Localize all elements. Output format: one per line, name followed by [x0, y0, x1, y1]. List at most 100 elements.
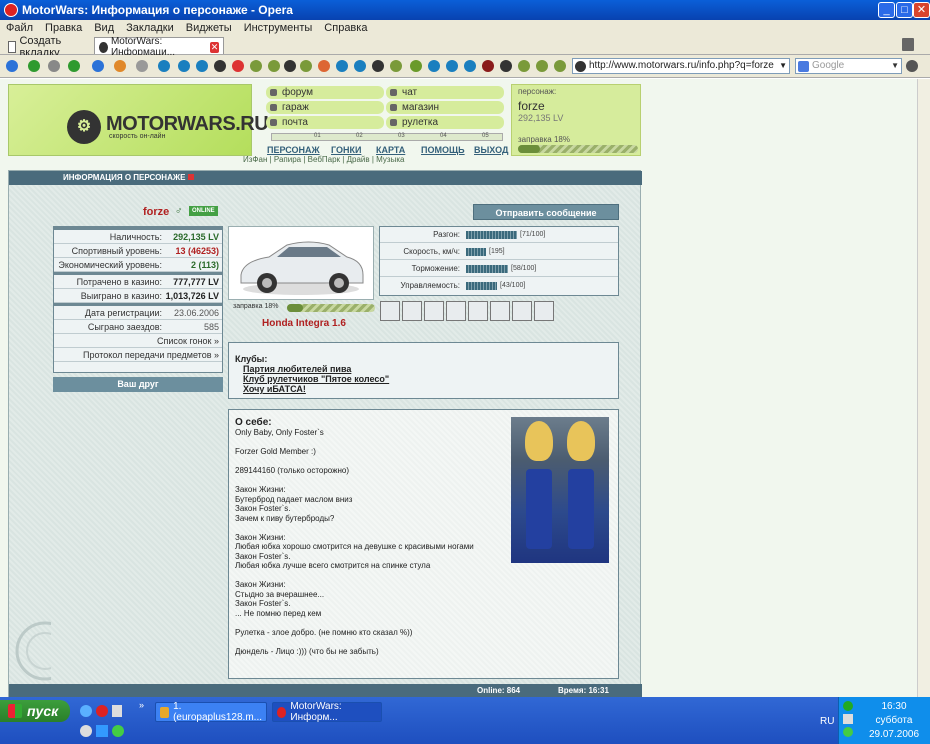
nav-mail[interactable]: почта — [266, 116, 384, 129]
fast-forward-icon[interactable] — [92, 60, 104, 72]
friend-button[interactable]: Ваш друг — [53, 377, 223, 392]
nav-roulette[interactable]: рулетка — [386, 116, 504, 129]
minimize-button[interactable]: _ — [878, 2, 895, 18]
page-content: ⚙ MOTORWARS.RU скорость он-лайн форум ча… — [0, 79, 917, 698]
menu-tools[interactable]: Инструменты — [238, 22, 319, 34]
nav-shop[interactable]: магазин — [386, 101, 504, 114]
reload-icon[interactable] — [114, 60, 126, 72]
bookmark-icon[interactable] — [300, 60, 312, 72]
tab-motorwars[interactable]: MotorWars: Информаци... ✕ — [94, 36, 224, 58]
bookmark-icon[interactable] — [268, 60, 280, 72]
new-tab-button[interactable]: Создать вкладку — [4, 35, 92, 59]
chat-icon — [390, 89, 397, 96]
desktop-icon[interactable] — [96, 725, 108, 737]
bookmark-icon[interactable] — [318, 60, 330, 72]
shock-absorber-icon[interactable] — [512, 301, 532, 321]
trash-icon[interactable] — [902, 38, 914, 51]
chevron-down-icon[interactable]: ▼ — [779, 59, 787, 73]
menu-help[interactable]: Справка — [318, 22, 373, 34]
maximize-button[interactable]: □ — [896, 2, 913, 18]
bookmark-icon[interactable] — [372, 60, 384, 72]
bookmark-icon[interactable] — [232, 60, 244, 72]
stats-table: Наличность: 292,135 LV Спортивный уровень… — [53, 226, 223, 373]
menu-file[interactable]: Файл — [0, 22, 39, 34]
bookmark-icon[interactable] — [446, 60, 458, 72]
tire-icon[interactable] — [380, 301, 400, 321]
network-icon[interactable] — [843, 701, 853, 711]
taskbar-item-winamp[interactable]: 1. (europaplus128.m... — [155, 701, 267, 723]
start-button[interactable]: пуск — [0, 700, 70, 722]
menu-view[interactable]: Вид — [88, 22, 120, 34]
bookmark-icon[interactable] — [250, 60, 262, 72]
messenger-icon[interactable] — [112, 725, 124, 737]
taskbar-item-opera[interactable]: MotorWars: Информ... — [272, 701, 382, 723]
bookmark-icon[interactable] — [284, 60, 296, 72]
clock-time[interactable]: 16:30 — [861, 701, 927, 712]
bookmark-icon[interactable] — [518, 60, 530, 72]
edit-icon[interactable] — [136, 60, 148, 72]
forward-icon[interactable] — [68, 60, 80, 72]
media-icon[interactable] — [80, 725, 92, 737]
bookmark-icon[interactable] — [390, 60, 402, 72]
bookmark-icon[interactable] — [178, 60, 190, 72]
send-message-button[interactable]: Отправить сообщение — [473, 204, 619, 220]
bookmark-icon[interactable] — [158, 60, 170, 72]
messenger-tray-icon[interactable] — [843, 727, 853, 737]
chevron-down-icon[interactable]: ▼ — [891, 59, 899, 73]
bookmark-icon[interactable] — [410, 60, 422, 72]
bookmark-icon[interactable] — [214, 60, 226, 72]
bookmark-icon[interactable] — [428, 60, 440, 72]
back-menu-icon[interactable] — [48, 60, 60, 72]
player-name[interactable]: forze — [518, 99, 545, 113]
vertical-scrollbar[interactable] — [917, 79, 930, 697]
chevron-right-icon[interactable]: » — [139, 700, 144, 710]
glasses-icon[interactable] — [906, 60, 918, 72]
car-image — [228, 226, 374, 300]
address-bar[interactable]: http://www.motorwars.ru/info.php?q=forze… — [572, 58, 790, 74]
menu-bookmarks[interactable]: Закладки — [120, 22, 180, 34]
club-link[interactable]: Хочу иБАТСА! — [235, 384, 612, 394]
exhaust-icon[interactable] — [424, 301, 444, 321]
collapse-icon[interactable] — [188, 174, 195, 180]
bookmark-icon[interactable] — [464, 60, 476, 72]
nav-map[interactable]: КАРТА — [376, 145, 405, 155]
menu-edit[interactable]: Правка — [39, 22, 88, 34]
nav-races[interactable]: ГОНКИ — [331, 145, 361, 155]
turbo-icon[interactable] — [534, 301, 554, 321]
nav-garage[interactable]: гараж — [266, 101, 384, 114]
bookmark-icon[interactable] — [196, 60, 208, 72]
document-icon[interactable] — [112, 705, 122, 717]
close-button[interactable]: ✕ — [913, 2, 930, 18]
volume-icon[interactable] — [843, 714, 853, 724]
race-list-link[interactable]: Список гонок » — [54, 334, 222, 348]
search-input[interactable]: Google ▼ — [795, 58, 902, 74]
engine-part-icon[interactable] — [468, 301, 488, 321]
nav-chat[interactable]: чат — [386, 86, 504, 99]
brake-disc-icon[interactable] — [446, 301, 466, 321]
close-tab-icon[interactable]: ✕ — [210, 41, 219, 53]
transfer-log-link[interactable]: Протокол передачи предметов » — [54, 348, 222, 362]
ie-icon[interactable] — [80, 705, 92, 717]
site-logo[interactable]: ⚙ MOTORWARS.RU скорость он-лайн — [8, 84, 269, 156]
club-link[interactable]: Клуб рулетчиков "Пятое колесо" — [235, 374, 612, 384]
back-icon[interactable] — [28, 60, 40, 72]
club-link[interactable]: Партия любителей пива — [235, 364, 612, 374]
nav-forum[interactable]: форум — [266, 86, 384, 99]
bookmark-icon[interactable] — [500, 60, 512, 72]
spark-plug-icon[interactable] — [402, 301, 422, 321]
bookmark-icon[interactable] — [336, 60, 348, 72]
bookmark-icon[interactable] — [536, 60, 548, 72]
menu-widgets[interactable]: Виджеты — [180, 22, 238, 34]
sub-nav[interactable]: ИзФан | Рапира | ВебПарк | Драйв | Музык… — [243, 155, 404, 164]
rewind-icon[interactable] — [6, 60, 18, 72]
suspension-icon[interactable] — [490, 301, 510, 321]
nav-character[interactable]: ПЕРСОНАЖ — [267, 145, 320, 155]
bookmark-icon[interactable] — [354, 60, 366, 72]
nav-exit[interactable]: ВЫХОД — [474, 145, 508, 155]
bookmark-icon[interactable] — [554, 60, 566, 72]
nav-help[interactable]: ПОМОЩЬ — [421, 145, 465, 155]
bookmark-icon[interactable] — [482, 60, 494, 72]
player-box: персонаж: forze 292,135 LV заправка 18% — [511, 84, 641, 156]
opera-quicklaunch-icon[interactable] — [96, 705, 108, 717]
language-indicator[interactable]: RU — [820, 716, 834, 727]
